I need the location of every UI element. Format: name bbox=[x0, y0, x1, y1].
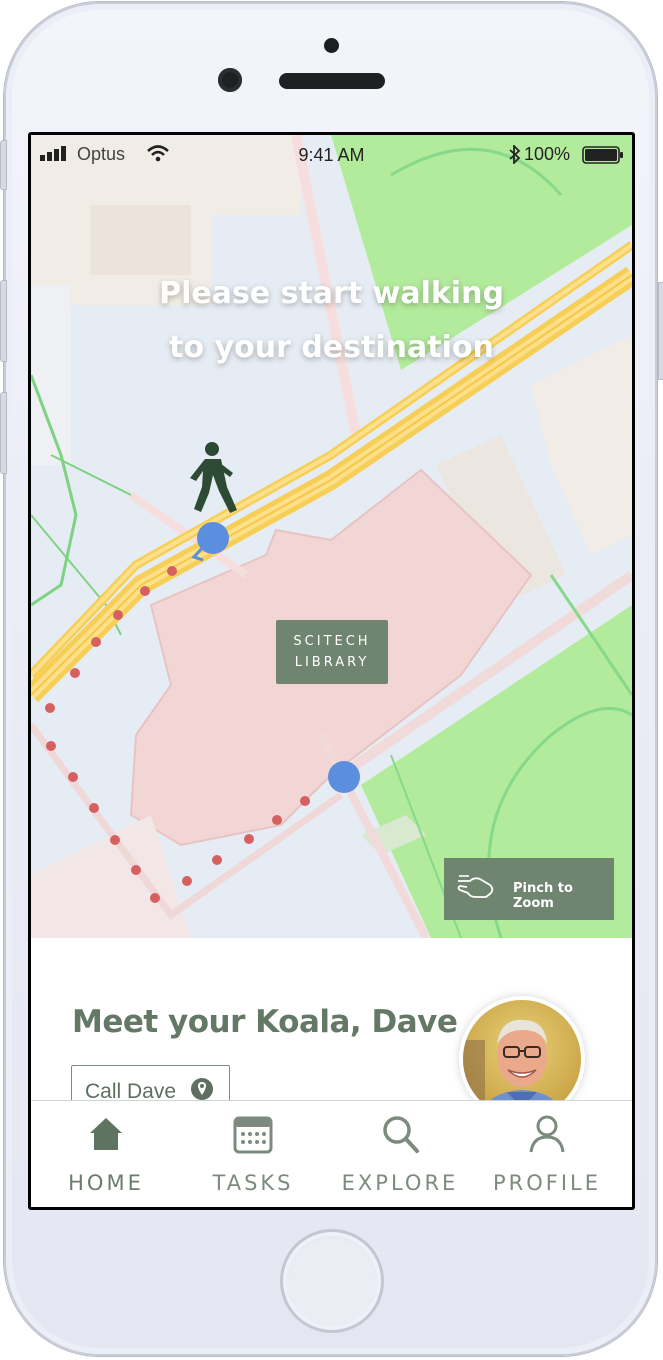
tab-explore-label: EXPLORE bbox=[341, 1171, 459, 1195]
earpiece-speaker bbox=[279, 73, 385, 89]
front-camera bbox=[218, 68, 242, 92]
map-view[interactable]: Optus 9:41 AM 100% Please start walking … bbox=[31, 135, 632, 938]
instruction-line-1: Please start walking bbox=[159, 276, 504, 311]
status-bar: Optus 9:41 AM 100% bbox=[31, 135, 632, 173]
tab-profile[interactable]: PROFILE bbox=[472, 1101, 622, 1207]
tab-profile-label: PROFILE bbox=[492, 1171, 602, 1195]
instruction-line-2: to your destination bbox=[169, 330, 494, 365]
walking-instruction: Please start walking to your destination bbox=[31, 267, 632, 375]
pinch-to-zoom-button[interactable]: Pinch to Zoom bbox=[444, 858, 614, 920]
pinch-label: Pinch to Zoom bbox=[513, 881, 573, 911]
map-graphics bbox=[31, 135, 632, 938]
mute-switch bbox=[0, 140, 7, 190]
library-label-line-2: LIBRARY bbox=[294, 655, 370, 670]
tab-tasks[interactable]: TASKS bbox=[178, 1101, 328, 1207]
location-pin-icon bbox=[191, 1078, 213, 1100]
pinch-hand-icon bbox=[457, 875, 494, 898]
battery-percent: 100% bbox=[524, 144, 571, 164]
scitech-library-label[interactable]: SCITECH LIBRARY bbox=[276, 620, 388, 684]
tab-home-label: HOME bbox=[68, 1171, 144, 1195]
proximity-sensor bbox=[324, 38, 339, 53]
phone-screen: Optus 9:41 AM 100% Please start walking … bbox=[28, 132, 635, 1210]
volume-down-button bbox=[0, 392, 7, 474]
home-icon bbox=[90, 1118, 122, 1150]
search-icon bbox=[383, 1116, 419, 1153]
tab-home[interactable]: HOME bbox=[31, 1101, 181, 1207]
tab-explore[interactable]: EXPLORE bbox=[325, 1101, 475, 1207]
bluetooth-icon bbox=[509, 145, 521, 164]
destination-marker bbox=[328, 761, 360, 793]
tab-tasks-label: TASKS bbox=[212, 1171, 294, 1195]
calendar-icon bbox=[233, 1116, 273, 1154]
koala-card: Meet your Koala, Dave Call Dave bbox=[31, 938, 632, 1118]
koala-card-title: Meet your Koala, Dave bbox=[72, 1004, 458, 1040]
battery-icon bbox=[582, 146, 623, 164]
volume-up-button bbox=[0, 280, 7, 362]
home-button[interactable] bbox=[280, 1229, 384, 1333]
library-label-line-1: SCITECH bbox=[293, 634, 371, 649]
app-screen: Optus 9:41 AM 100% Please start walking … bbox=[31, 135, 632, 1207]
person-icon bbox=[529, 1115, 565, 1153]
power-button bbox=[658, 282, 663, 380]
tab-bar: HOME TASKS EXPLORE PROFILE bbox=[31, 1100, 632, 1207]
